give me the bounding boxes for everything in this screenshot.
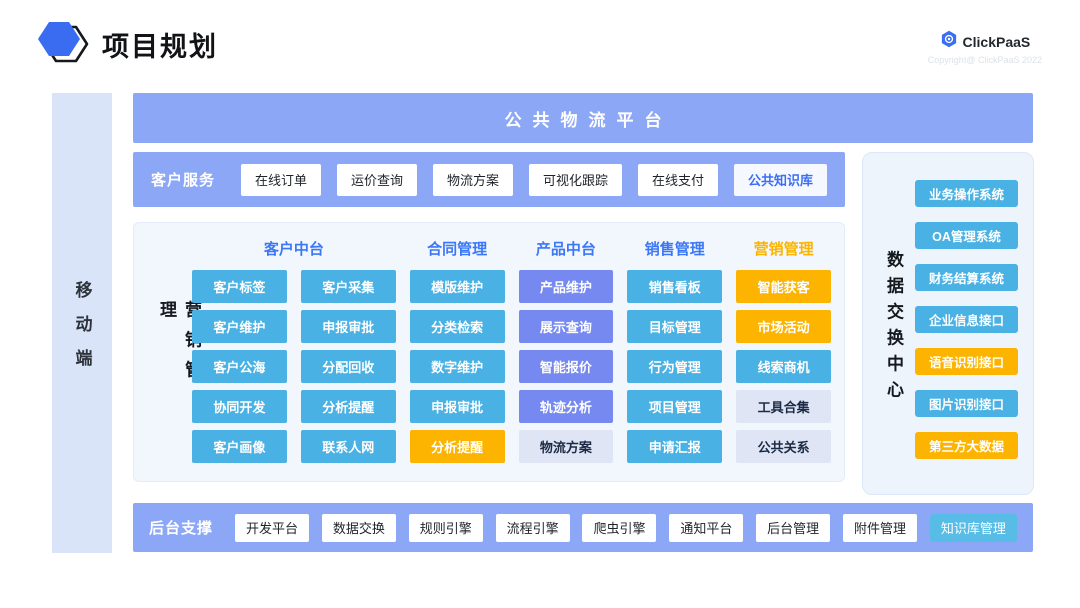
matrix-column-header-1: 客户中台 [192, 234, 396, 263]
data-exchange-item-1[interactable]: 业务操作系统 [915, 180, 1018, 207]
matrix-cell-r4-c6[interactable]: 工具合集 [736, 390, 831, 423]
customer-service-item-4[interactable]: 可视化跟踪 [529, 164, 622, 196]
matrix-cell-r3-c5[interactable]: 行为管理 [627, 350, 722, 383]
customer-service-item-6[interactable]: 公共知识库 [734, 164, 827, 196]
matrix-cell-r2-c3[interactable]: 分类检索 [410, 310, 505, 343]
matrix-cell-r2-c2[interactable]: 申报审批 [301, 310, 396, 343]
data-exchange-item-5[interactable]: 语音识别接口 [915, 348, 1018, 375]
public-logistics-platform-banner: 公共物流平台 [133, 93, 1033, 143]
backend-item-4[interactable]: 流程引擎 [496, 514, 570, 542]
customer-service-item-3[interactable]: 物流方案 [433, 164, 513, 196]
matrix-cell-r3-c6[interactable]: 线索商机 [736, 350, 831, 383]
backend-item-2[interactable]: 数据交换 [322, 514, 396, 542]
backend-item-3[interactable]: 规则引擎 [409, 514, 483, 542]
brand-block: ClickPaaS Copyright@ ClickPaaS 2022 [928, 30, 1042, 65]
data-exchange-panel: 数据交换中心 业务操作系统 OA管理系统财务结算系统企业信息接口语音识别接口图片识… [862, 152, 1034, 495]
matrix-cell-r1-c2[interactable]: 客户采集 [301, 270, 396, 303]
matrix-column-header-2: 合同管理 [410, 234, 505, 263]
brand-name: ClickPaaS [963, 34, 1031, 50]
backend-support-row: 后台支撑 开发平台数据交换规则引擎流程引擎爬虫引擎通知平台后台管理附件管理知识库… [133, 503, 1033, 552]
matrix-column-header-5: 营销管理 [736, 234, 831, 263]
matrix-cell-r2-c1[interactable]: 客户维护 [192, 310, 287, 343]
matrix-cell-r5-c5[interactable]: 申请汇报 [627, 430, 722, 463]
matrix-grid: 客户中台合同管理产品中台销售管理营销管理客户标签客户采集模版维护产品维护销售看板… [192, 234, 831, 463]
matrix-cell-r5-c4[interactable]: 物流方案 [519, 430, 614, 463]
backend-item-1[interactable]: 开发平台 [235, 514, 309, 542]
customer-service-label: 客户服务 [151, 169, 215, 190]
page-title-hexagon-icon [36, 18, 94, 70]
matrix-cell-r4-c4[interactable]: 轨迹分析 [519, 390, 614, 423]
matrix-cell-r4-c2[interactable]: 分析提醒 [301, 390, 396, 423]
matrix-cell-r2-c6[interactable]: 市场活动 [736, 310, 831, 343]
matrix-cell-r4-c5[interactable]: 项目管理 [627, 390, 722, 423]
backend-item-9[interactable]: 知识库管理 [930, 514, 1017, 542]
customer-service-row: 客户服务 在线订单运价查询物流方案可视化跟踪在线支付公共知识库 [133, 152, 845, 207]
matrix-cell-r1-c4[interactable]: 产品维护 [519, 270, 614, 303]
matrix-column-header-3: 产品中台 [519, 234, 614, 263]
data-exchange-item-6[interactable]: 图片识别接口 [915, 390, 1018, 417]
marketing-matrix-panel: 营销管理 客户中台合同管理产品中台销售管理营销管理客户标签客户采集模版维护产品维… [133, 222, 845, 482]
matrix-cell-r1-c1[interactable]: 客户标签 [192, 270, 287, 303]
matrix-cell-r1-c5[interactable]: 销售看板 [627, 270, 722, 303]
matrix-cell-r1-c6[interactable]: 智能获客 [736, 270, 831, 303]
backend-item-6[interactable]: 通知平台 [669, 514, 743, 542]
backend-item-8[interactable]: 附件管理 [843, 514, 917, 542]
matrix-cell-r1-c3[interactable]: 模版维护 [410, 270, 505, 303]
customer-service-item-5[interactable]: 在线支付 [638, 164, 718, 196]
data-exchange-items: 业务操作系统 OA管理系统财务结算系统企业信息接口语音识别接口图片识别接口第三方大… [915, 180, 1018, 459]
matrix-cell-r2-c5[interactable]: 目标管理 [627, 310, 722, 343]
backend-item-5[interactable]: 爬虫引擎 [582, 514, 656, 542]
clickpaas-logo-icon [940, 30, 958, 53]
data-exchange-label: 数据交换中心 [881, 241, 906, 406]
data-exchange-item-2[interactable]: OA管理系统 [915, 222, 1018, 249]
matrix-cell-r5-c1[interactable]: 客户画像 [192, 430, 287, 463]
page-title: 项目规划 [102, 25, 218, 64]
backend-item-7[interactable]: 后台管理 [756, 514, 830, 542]
data-exchange-item-4[interactable]: 企业信息接口 [915, 306, 1018, 333]
sidebar-mobile: 移动端 [52, 93, 112, 553]
data-exchange-item-3[interactable]: 财务结算系统 [915, 264, 1018, 291]
matrix-cell-r5-c3[interactable]: 分析提醒 [410, 430, 505, 463]
matrix-cell-r4-c3[interactable]: 申报审批 [410, 390, 505, 423]
matrix-column-header-4: 销售管理 [627, 234, 722, 263]
matrix-cell-r5-c6[interactable]: 公共关系 [736, 430, 831, 463]
sidebar-label: 移动端 [70, 264, 95, 383]
matrix-cell-r3-c4[interactable]: 智能报价 [519, 350, 614, 383]
banner-title: 公共物流平台 [505, 106, 673, 131]
matrix-cell-r2-c4[interactable]: 展示查询 [519, 310, 614, 343]
matrix-cell-r3-c3[interactable]: 数字维护 [410, 350, 505, 383]
backend-support-label: 后台支撑 [149, 517, 213, 538]
matrix-cell-r3-c1[interactable]: 客户公海 [192, 350, 287, 383]
matrix-cell-r5-c2[interactable]: 联系人网 [301, 430, 396, 463]
matrix-cell-r4-c1[interactable]: 协同开发 [192, 390, 287, 423]
copyright-text: Copyright@ ClickPaaS 2022 [928, 55, 1042, 65]
customer-service-item-2[interactable]: 运价查询 [337, 164, 417, 196]
backend-support-items: 开发平台数据交换规则引擎流程引擎爬虫引擎通知平台后台管理附件管理知识库管理 [235, 514, 1017, 542]
data-exchange-item-7[interactable]: 第三方大数据 [915, 432, 1018, 459]
matrix-cell-r3-c2[interactable]: 分配回收 [301, 350, 396, 383]
customer-service-items: 在线订单运价查询物流方案可视化跟踪在线支付公共知识库 [241, 164, 827, 196]
customer-service-item-1[interactable]: 在线订单 [241, 164, 321, 196]
